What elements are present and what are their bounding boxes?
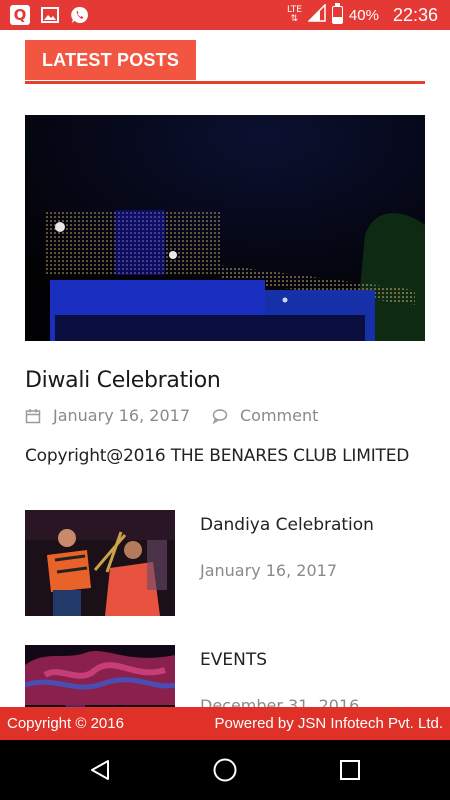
clock: 22:36: [392, 4, 438, 25]
featured-post-date: January 16, 2017: [53, 406, 190, 425]
notification-icons: Q: [10, 5, 90, 25]
site-footer: Copyright © 2016 Powered by JSN Infotech…: [0, 707, 450, 740]
navigation-bar: [0, 740, 450, 800]
battery-percent: 40%: [348, 6, 379, 24]
section-header: LATEST POSTS: [25, 40, 425, 84]
post-thumbnail[interactable]: [25, 510, 175, 616]
lte-signal-icon: LTE ⇅: [286, 5, 302, 24]
home-icon[interactable]: [210, 755, 240, 785]
footer-copyright: Copyright © 2016: [7, 715, 124, 732]
battery-icon: [331, 3, 343, 24]
featured-post-image[interactable]: [25, 115, 425, 341]
section-title: LATEST POSTS: [25, 40, 196, 80]
status-bar: Q LTE ⇅ 40% 22:36: [0, 0, 450, 30]
whatsapp-icon: [70, 5, 90, 25]
post-title[interactable]: EVENTS: [200, 650, 267, 670]
featured-post-title[interactable]: Diwali Celebration: [25, 368, 221, 393]
featured-post-meta: January 16, 2017 Comment: [25, 406, 318, 425]
post-title[interactable]: Dandiya Celebration: [200, 515, 374, 535]
back-icon[interactable]: [85, 755, 115, 785]
recents-icon[interactable]: [335, 755, 365, 785]
post-date: January 16, 2017: [200, 561, 337, 580]
signal-icon: [307, 3, 326, 26]
q-app-icon: Q: [10, 5, 30, 25]
footer-powered-by[interactable]: Powered by JSN Infotech Pvt. Ltd.: [215, 715, 443, 732]
featured-post-excerpt: Copyright@2016 THE BENARES CLUB LIMITED: [25, 446, 410, 466]
image-icon: [40, 5, 60, 25]
system-indicators: LTE ⇅ 40% 22:36: [287, 0, 438, 30]
list-item[interactable]: Dandiya Celebration January 16, 2017: [25, 510, 425, 616]
calendar-icon: [25, 408, 41, 423]
comment-icon: [212, 408, 228, 424]
comment-link[interactable]: Comment: [240, 406, 318, 425]
